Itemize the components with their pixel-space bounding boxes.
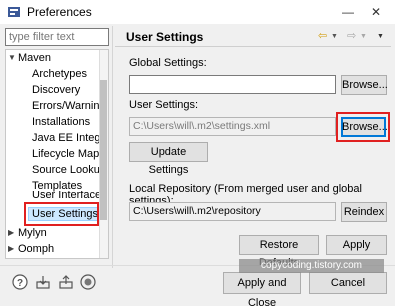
- svg-text:?: ?: [17, 278, 23, 289]
- help-icon[interactable]: ?: [12, 274, 28, 290]
- filter-input[interactable]: type filter text: [5, 28, 109, 46]
- tree-item-archetypes[interactable]: Archetypes: [32, 66, 87, 82]
- pane-divider[interactable]: [112, 26, 113, 268]
- tree-item-discovery[interactable]: Discovery: [32, 82, 80, 98]
- tree-item-maven[interactable]: ▼ Maven: [6, 50, 51, 66]
- title-bar: Preferences — ✕: [0, 0, 395, 24]
- export-icon[interactable]: [58, 274, 74, 290]
- page-title: User Settings: [126, 30, 204, 44]
- view-menu-icon[interactable]: ▼: [377, 33, 384, 47]
- tree-scrollbar[interactable]: [99, 50, 108, 258]
- highlight-box-browse: [336, 112, 390, 142]
- user-settings-label: User Settings:: [129, 99, 199, 111]
- user-settings-field[interactable]: C:\Users\will\.m2\settings.xml: [129, 117, 336, 136]
- back-dropdown-icon[interactable]: ▼: [331, 33, 338, 47]
- preference-tree[interactable]: ▼ Maven Archetypes Discovery Errors/Warn…: [5, 49, 109, 259]
- preferences-app-icon: [8, 7, 20, 17]
- tree-item-user-interface[interactable]: User Interface: [32, 191, 101, 200]
- close-window-button[interactable]: ✕: [364, 2, 388, 22]
- header-separator: [115, 46, 391, 47]
- tree-item-oomph[interactable]: ▶ Oomph: [6, 241, 54, 257]
- global-settings-label: Global Settings:: [129, 57, 207, 69]
- import-icon[interactable]: [35, 274, 51, 290]
- apply-and-close-button[interactable]: Apply and Close: [223, 272, 301, 306]
- watermark-text: copycoding.tistory.com: [239, 259, 384, 273]
- global-browse-button[interactable]: Browse...: [341, 75, 388, 95]
- tree-item-installations[interactable]: Installations: [32, 114, 90, 130]
- global-settings-field[interactable]: [129, 75, 336, 94]
- collapse-arrow-icon[interactable]: ▶: [8, 241, 14, 257]
- back-arrow-icon[interactable]: ⇦: [318, 29, 327, 43]
- expand-arrow-icon[interactable]: ▼: [8, 50, 16, 66]
- restore-defaults-button[interactable]: Restore Defaults: [239, 235, 319, 269]
- tree-item-errors-warnings[interactable]: Errors/Warnings: [32, 98, 108, 114]
- tree-item-source-lookup[interactable]: Source Lookup: [32, 162, 106, 178]
- update-settings-button[interactable]: Update Settings: [129, 142, 208, 176]
- tree-item-java-ee-integration[interactable]: Java EE Integration: [32, 130, 108, 146]
- window-title: Preferences: [27, 5, 92, 19]
- collapse-arrow-icon[interactable]: ▶: [8, 225, 14, 241]
- forward-arrow-icon[interactable]: ⇨: [347, 29, 356, 43]
- scrollbar-thumb[interactable]: [100, 80, 107, 220]
- cancel-button[interactable]: Cancel: [309, 272, 387, 294]
- tree-item-mylyn[interactable]: ▶ Mylyn: [6, 225, 47, 241]
- record-icon[interactable]: [80, 274, 96, 290]
- forward-dropdown-icon[interactable]: ▼: [360, 33, 367, 47]
- reindex-button[interactable]: Reindex: [341, 202, 387, 222]
- highlight-box-user-settings: [24, 202, 99, 226]
- apply-button[interactable]: Apply: [326, 235, 387, 255]
- tree-item-lifecycle-mappings[interactable]: Lifecycle Mappings: [32, 146, 108, 162]
- local-repository-field: C:\Users\will\.m2\repository: [129, 202, 336, 221]
- minimize-button[interactable]: —: [336, 2, 360, 22]
